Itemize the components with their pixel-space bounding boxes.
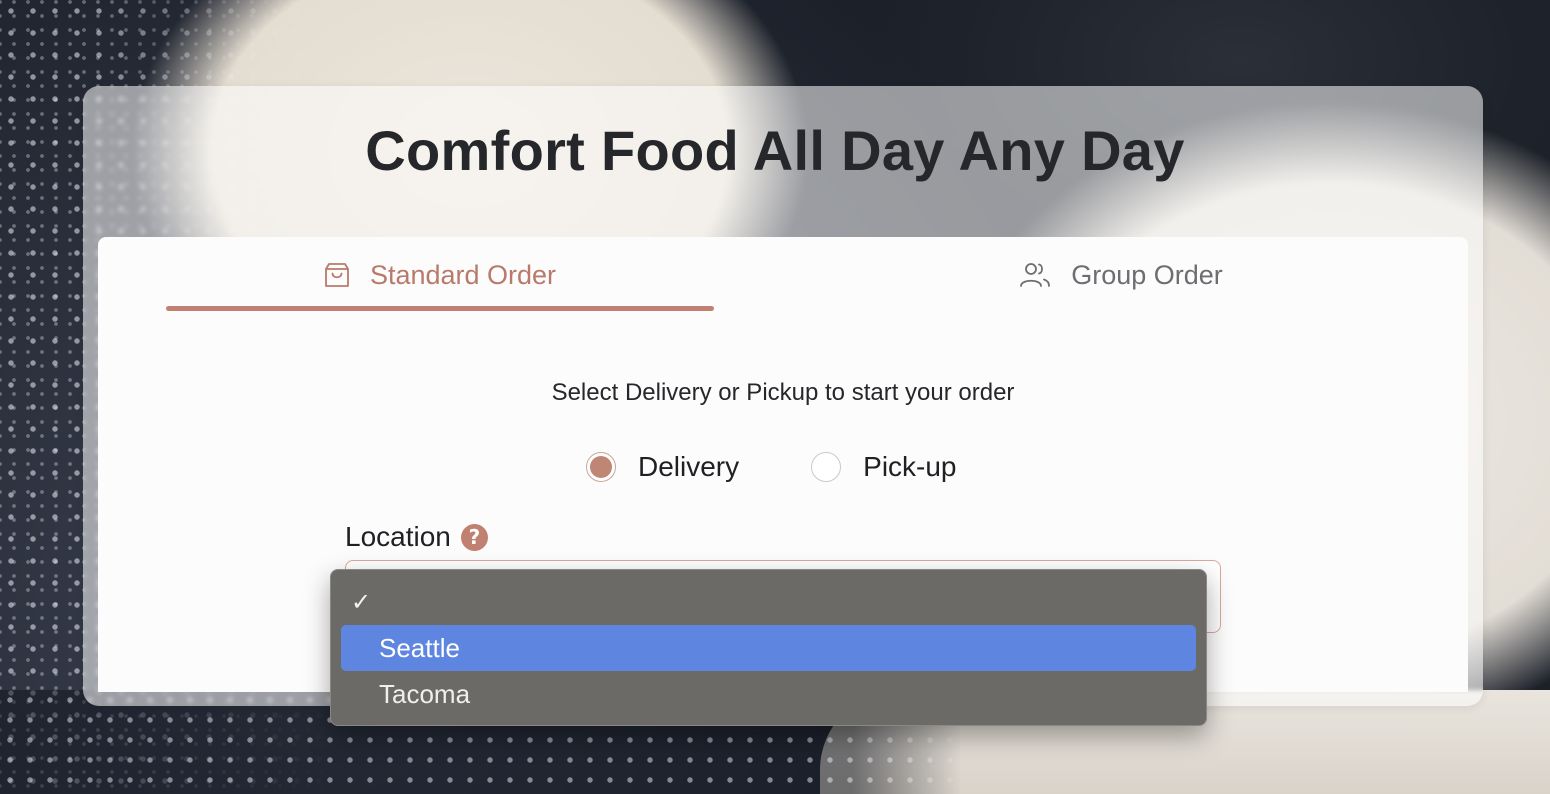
dropdown-option-seattle[interactable]: Seattle bbox=[341, 625, 1196, 671]
tab-standard-order[interactable]: Standard Order bbox=[166, 237, 714, 313]
dropdown-option-tacoma[interactable]: Tacoma bbox=[341, 671, 1196, 717]
users-icon bbox=[1019, 261, 1051, 289]
pickup-radio[interactable] bbox=[811, 452, 842, 482]
delivery-label: Delivery bbox=[638, 451, 740, 482]
location-dropdown-menu: ✓ Seattle Tacoma bbox=[330, 569, 1207, 726]
delivery-radio[interactable] bbox=[586, 452, 616, 482]
shopping-bag-icon bbox=[324, 261, 350, 289]
tab-label: Group Order bbox=[1071, 259, 1223, 290]
delivery-option[interactable]: Delivery bbox=[586, 451, 739, 483]
option-label: Seattle bbox=[379, 632, 460, 663]
checkmark-icon: ✓ bbox=[351, 588, 372, 616]
dropdown-option-empty[interactable]: ✓ bbox=[341, 579, 1196, 625]
option-label: Tacoma bbox=[379, 678, 471, 709]
help-icon[interactable]: ? bbox=[460, 523, 488, 551]
location-label: Location bbox=[345, 521, 451, 552]
location-label-row: Location ? bbox=[345, 521, 488, 553]
order-prompt: Select Delivery or Pickup to start your … bbox=[551, 379, 1015, 406]
tab-group-order[interactable]: Group Order bbox=[844, 237, 1398, 313]
active-tab-indicator bbox=[166, 306, 714, 311]
tab-label: Standard Order bbox=[369, 259, 557, 290]
order-method-group: Delivery Pick-up bbox=[586, 451, 957, 483]
pickup-option[interactable]: Pick-up bbox=[811, 451, 957, 483]
pickup-label: Pick-up bbox=[863, 451, 957, 482]
page-title: Comfort Food All Day Any Day bbox=[365, 119, 1185, 182]
